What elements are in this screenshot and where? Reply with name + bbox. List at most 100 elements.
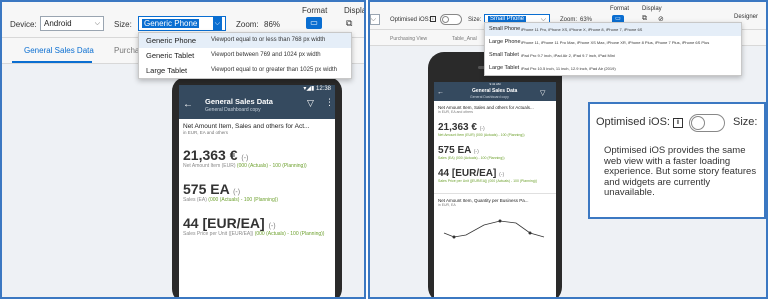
chart-point	[452, 235, 456, 239]
card-title: Net Amount Item, Sales and others for Ac…	[183, 123, 310, 130]
kpi-label-name: Net Amount Item (EUR)	[183, 163, 236, 169]
info-icon[interactable]: i	[673, 118, 683, 128]
kpi-value: 44 [EUR/EA] (-)	[183, 215, 335, 231]
chart-line	[443, 220, 545, 238]
zoom-label: Zoom:	[236, 20, 259, 29]
ios-preview-panel: ⌵ Optimised iOS: i Size: Small Phone ⌵ Z…	[368, 0, 768, 299]
optimised-ios-label: Optimised iOS:	[390, 17, 431, 23]
tab-table-analysis[interactable]: Table_Anal	[452, 36, 477, 42]
kpi-number: 21,363 €	[438, 122, 477, 133]
option-desc: iPad Pro 9.7 inch, iPad Air 2, iPad 9.7 …	[521, 53, 615, 58]
kpi-label-actual: (000 (Actuals) - 100 (Planning))	[236, 163, 307, 169]
option-name: Generic Tablet	[146, 51, 195, 60]
mini-line-chart	[443, 219, 545, 239]
kpi-paren: (-)	[473, 149, 479, 155]
collapsed-select[interactable]: ⌵	[370, 14, 380, 25]
kpi-number: 21,363 €	[183, 147, 238, 163]
optimised-ios-toggle[interactable]	[440, 14, 462, 25]
card-subtitle: in EUR, EA and others	[438, 110, 474, 114]
phone-screen: 9:41 AM ← General Sales Data General Das…	[434, 82, 556, 297]
kpi-paren: (-)	[268, 223, 276, 230]
optimised-ios-toggle[interactable]	[689, 114, 725, 132]
size-option-generic-phone[interactable]: Generic Phone Viewport equal to or less …	[139, 33, 351, 48]
back-arrow-icon[interactable]: ←	[183, 99, 193, 110]
app-bar: ← General Sales Data General Dashboard c…	[434, 87, 556, 101]
option-desc: Viewport equal to or less than 768 px wi…	[211, 37, 326, 43]
kpi-paren: (-)	[233, 189, 241, 196]
kpi-label: Sales Price per Unit ([EUR/EA]) (000 (Ac…	[183, 231, 335, 237]
option-name: Large Tablet	[489, 65, 520, 71]
story-subtitle: General Dashboard copy	[470, 95, 509, 99]
kpi-label: Sales Price per Unit ([EUR/EA]) (000 (Ac…	[438, 179, 538, 183]
size-option-large-phone[interactable]: Large Phone iPhone 11, iPhone 11 Pro Max…	[485, 36, 741, 49]
size-select[interactable]: Generic Phone ⌵	[138, 16, 226, 31]
kpi-label: Net Amount Item (EUR) (000 (Actuals) - 1…	[438, 133, 525, 137]
toggle-knob	[442, 16, 449, 23]
format-label: Format	[302, 6, 328, 15]
kpi-label-name: Sales (EA)	[183, 197, 207, 203]
chevron-down-icon: ⌵	[212, 17, 222, 30]
kpi-number: 44 [EUR/EA]	[183, 215, 265, 231]
option-name: Large Phone	[489, 39, 521, 45]
size-select-value: Generic Phone	[142, 19, 200, 28]
display-label: Display	[642, 6, 662, 12]
option-name: Large Tablet	[146, 66, 188, 75]
story-subtitle: General Dashboard copy	[205, 107, 261, 113]
filter-icon[interactable]: ▽	[540, 89, 545, 97]
option-desc: Viewport between 769 and 1024 px width	[211, 52, 321, 58]
size-option-generic-tablet[interactable]: Generic Tablet Viewport between 769 and …	[139, 48, 351, 63]
device-select[interactable]: Android ⌵	[40, 16, 104, 31]
option-name: Small Tablet	[489, 52, 519, 58]
toggle-knob	[691, 116, 705, 130]
option-desc: iPhone 11 Pro, iPhone XS, iPhone X, iPho…	[521, 27, 643, 32]
kpi-value: 44 [EUR/EA] (-)	[438, 168, 556, 179]
android-preview-panel: Device: Android ⌵ Size: Generic Phone ⌵ …	[0, 0, 366, 299]
size-dropdown: Generic Phone Viewport equal to or less …	[138, 32, 352, 79]
back-arrow-icon[interactable]: ←	[437, 89, 444, 96]
optimised-ios-tooltip-text: Optimised iOS provides the same web view…	[604, 145, 757, 198]
kpi-number: 575 EA	[438, 145, 471, 156]
kpi-label: Sales (EA) (000 (Actuals) - 100 (Plannin…	[183, 197, 335, 203]
size-option-small-phone[interactable]: Small Phone iPhone 11 Pro, iPhone XS, iP…	[485, 23, 741, 36]
card-subtitle: in EUR, EA and others	[183, 130, 229, 135]
size-label: Size:	[468, 17, 482, 23]
option-desc: iPad Pro 10.5 inch, 11 inch, 12.9 inch, …	[521, 66, 616, 71]
kpi-value: 575 EA (-)	[438, 145, 556, 156]
kpi-value: 21,363 € (-)	[183, 147, 335, 163]
optimised-ios-label: Optimised iOS:	[596, 116, 670, 128]
filter-icon[interactable]: ▽	[307, 98, 314, 109]
tab-general-sales-data[interactable]: General Sales Data	[24, 46, 94, 55]
kpi-paren: (-)	[499, 172, 505, 178]
tab-purchasing-view[interactable]: Purchasing View	[390, 36, 427, 42]
kpi-paren: (-)	[241, 155, 249, 162]
display-icon[interactable]: ⧉	[346, 18, 352, 29]
status-time: 12:38	[315, 86, 331, 92]
size-dropdown: Small Phone iPhone 11 Pro, iPhone XS, iP…	[484, 22, 742, 76]
size-option-large-tablet[interactable]: Large Tablet Viewport equal to or greate…	[139, 63, 351, 78]
kpi-number: 575 EA	[183, 181, 230, 197]
kpi-label-actual: (000 (Actuals) - 100 (Planning))	[254, 231, 325, 237]
card2-subtitle: in EUR, EA	[438, 203, 456, 207]
chevron-down-icon: ⌵	[370, 16, 376, 23]
size-option-small-tablet[interactable]: Small Tablet iPad Pro 9.7 inch, iPad Air…	[485, 49, 741, 62]
size-option-large-tablet[interactable]: Large Tablet iPad Pro 10.5 inch, 11 inch…	[485, 62, 741, 75]
option-desc: iPhone 11, iPhone 11 Pro Max, iPhone XS …	[521, 40, 710, 45]
kpi-value: 575 EA (-)	[183, 181, 335, 197]
kpi-label-actual: (000 (Actuals) - 100 (Planning))	[208, 197, 279, 203]
option-name: Generic Phone	[146, 36, 197, 45]
format-label: Format	[610, 6, 630, 12]
app-bar: ← General Sales Data General Dashboard c…	[179, 93, 335, 119]
kpi-paren: (-)	[479, 126, 485, 132]
format-device-button[interactable]: ▭	[306, 17, 322, 29]
more-vertical-icon[interactable]: ⋮	[325, 97, 334, 108]
phone-screen: ▾◢▮ 12:38 ← General Sales Data General D…	[179, 85, 335, 297]
chart-point	[498, 219, 502, 223]
info-icon[interactable]: i	[430, 16, 436, 22]
android-phone-frame: ▾◢▮ 12:38 ← General Sales Data General D…	[172, 77, 342, 297]
designer-label[interactable]: Designer	[734, 14, 758, 20]
status-bar: ▾◢▮ 12:38	[179, 85, 335, 93]
kpi-label: Sales (EA) (000 (Actuals) - 100 (Plannin…	[438, 156, 505, 160]
tab-purchasing[interactable]: Purcha	[114, 46, 139, 55]
story-title: General Sales Data	[205, 97, 273, 106]
active-tab-indicator	[12, 61, 92, 63]
